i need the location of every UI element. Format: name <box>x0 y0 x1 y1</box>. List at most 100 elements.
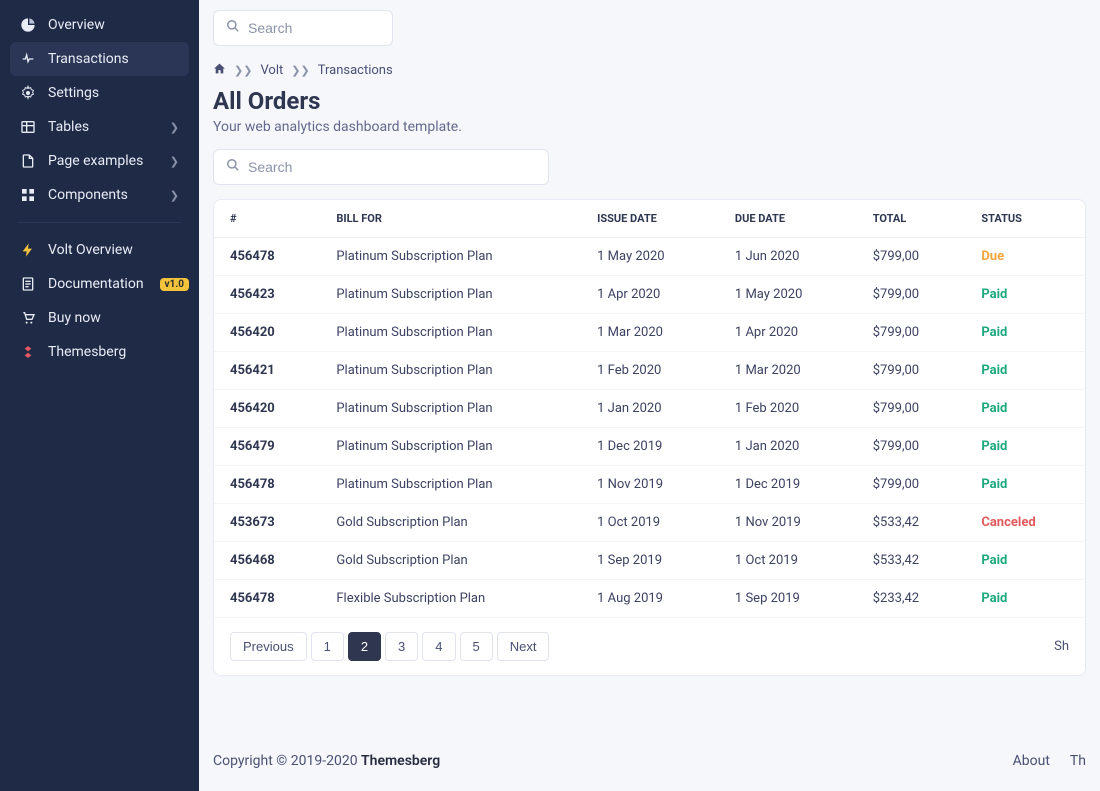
pagination-page-3[interactable]: 3 <box>385 632 418 661</box>
table-search-input[interactable] <box>248 159 536 175</box>
cell-status: Due <box>965 238 1085 276</box>
topbar <box>199 0 1100 46</box>
page-title: All Orders <box>213 87 1086 115</box>
table-row[interactable]: 453673Gold Subscription Plan1 Oct 20191 … <box>214 504 1085 542</box>
sidebar-item-volt-overview[interactable]: Volt Overview <box>10 233 189 267</box>
sidebar-item-label: Tables <box>48 119 89 135</box>
cell-status: Paid <box>965 276 1085 314</box>
file-icon <box>20 153 36 169</box>
cell-status: Paid <box>965 428 1085 466</box>
sidebar-item-label: Documentation <box>48 276 144 292</box>
cell-bill: Platinum Subscription Plan <box>320 238 581 276</box>
cell-total: $533,42 <box>857 542 966 580</box>
table-row[interactable]: 456479Platinum Subscription Plan1 Dec 20… <box>214 428 1085 466</box>
cell-due: 1 Nov 2019 <box>719 504 857 542</box>
cell-status: Canceled <box>965 504 1085 542</box>
sidebar-item-label: Volt Overview <box>48 242 133 258</box>
cell-issue: 1 Nov 2019 <box>581 466 719 504</box>
blocks-icon <box>20 187 36 203</box>
sidebar-item-tables[interactable]: Tables ❯ <box>10 110 189 144</box>
cell-status: Paid <box>965 466 1085 504</box>
cell-id: 453673 <box>214 504 320 542</box>
pagination-page-1[interactable]: 1 <box>311 632 344 661</box>
table-header: DUE DATE <box>719 200 857 238</box>
cell-total: $799,00 <box>857 352 966 390</box>
cell-due: 1 Feb 2020 <box>719 390 857 428</box>
cell-due: 1 Mar 2020 <box>719 352 857 390</box>
orders-table: #BILL FORISSUE DATEDUE DATETOTALSTATUS 4… <box>214 200 1085 618</box>
cell-bill: Platinum Subscription Plan <box>320 352 581 390</box>
table-row[interactable]: 456478Platinum Subscription Plan1 May 20… <box>214 238 1085 276</box>
cell-total: $799,00 <box>857 276 966 314</box>
cart-icon <box>20 310 36 326</box>
version-badge: v1.0 <box>160 278 189 291</box>
home-icon[interactable] <box>213 62 226 79</box>
table-row[interactable]: 456420Platinum Subscription Plan1 Mar 20… <box>214 314 1085 352</box>
chevron-right-icon: ❯❯ <box>234 64 252 77</box>
footer-link-th[interactable]: Th <box>1070 753 1086 769</box>
pagination-page-5[interactable]: 5 <box>460 632 493 661</box>
search-icon <box>226 158 240 176</box>
cell-due: 1 Apr 2020 <box>719 314 857 352</box>
sidebar-item-overview[interactable]: Overview <box>10 8 189 42</box>
pagination-next[interactable]: Next <box>497 632 550 661</box>
cell-id: 456478 <box>214 580 320 618</box>
cell-id: 456478 <box>214 466 320 504</box>
sidebar-item-label: Themesberg <box>48 344 126 360</box>
table-row[interactable]: 456478Platinum Subscription Plan1 Nov 20… <box>214 466 1085 504</box>
cell-bill: Platinum Subscription Plan <box>320 428 581 466</box>
sidebar-item-themesberg[interactable]: Themesberg <box>10 335 189 369</box>
cell-issue: 1 May 2020 <box>581 238 719 276</box>
search-icon <box>226 19 240 37</box>
sidebar-item-page-examples[interactable]: Page examples❯ <box>10 144 189 178</box>
footer-copyright: Copyright © 2019-2020 Themesberg <box>213 753 440 769</box>
pagination-prev[interactable]: Previous <box>230 632 307 661</box>
cell-issue: 1 Jan 2020 <box>581 390 719 428</box>
brand-icon <box>20 344 36 360</box>
cell-due: 1 May 2020 <box>719 276 857 314</box>
table-row[interactable]: 456478Flexible Subscription Plan1 Aug 20… <box>214 580 1085 618</box>
sidebar-item-label: Settings <box>48 85 99 101</box>
pagination: Previous12345Next <box>230 632 549 661</box>
pagination-page-4[interactable]: 4 <box>422 632 455 661</box>
cell-total: $799,00 <box>857 390 966 428</box>
table-row[interactable]: 456420Platinum Subscription Plan1 Jan 20… <box>214 390 1085 428</box>
top-search-input[interactable] <box>248 20 429 36</box>
cell-total: $233,42 <box>857 580 966 618</box>
table-row[interactable]: 456423Platinum Subscription Plan1 Apr 20… <box>214 276 1085 314</box>
table-header: ISSUE DATE <box>581 200 719 238</box>
cell-due: 1 Dec 2019 <box>719 466 857 504</box>
sidebar-item-label: Transactions <box>48 51 129 67</box>
table-header: TOTAL <box>857 200 966 238</box>
sidebar-item-label: Buy now <box>48 310 101 326</box>
cell-total: $799,00 <box>857 466 966 504</box>
cell-id: 456478 <box>214 238 320 276</box>
sidebar-divider <box>18 222 181 223</box>
cell-total: $533,42 <box>857 504 966 542</box>
cell-issue: 1 Dec 2019 <box>581 428 719 466</box>
table-row[interactable]: 456468Gold Subscription Plan1 Sep 20191 … <box>214 542 1085 580</box>
footer: Copyright © 2019-2020 Themesberg About Th <box>199 731 1100 791</box>
breadcrumb-volt[interactable]: Volt <box>260 63 283 78</box>
sidebar: Overview Transactions Settings Tables ❯ Page … <box>0 0 199 791</box>
cell-id: 456479 <box>214 428 320 466</box>
sidebar-item-label: Components <box>48 187 128 203</box>
footer-link-about[interactable]: About <box>1013 753 1050 769</box>
cell-due: 1 Jun 2020 <box>719 238 857 276</box>
bolt-icon <box>20 242 36 258</box>
sidebar-item-buy-now[interactable]: Buy now <box>10 301 189 335</box>
sidebar-item-settings[interactable]: Settings <box>10 76 189 110</box>
footer-brand[interactable]: Themesberg <box>361 753 440 769</box>
chevron-right-icon: ❯ <box>170 121 179 134</box>
pagination-page-2[interactable]: 2 <box>348 632 381 661</box>
sidebar-item-transactions[interactable]: Transactions <box>10 42 189 76</box>
top-search[interactable] <box>213 10 393 46</box>
cell-id: 456420 <box>214 314 320 352</box>
cell-status: Paid <box>965 542 1085 580</box>
table-header: # <box>214 200 320 238</box>
sidebar-item-components[interactable]: Components❯ <box>10 178 189 212</box>
sidebar-item-documentation[interactable]: Documentation v1.0 <box>10 267 189 301</box>
orders-table-card: #BILL FORISSUE DATEDUE DATETOTALSTATUS 4… <box>213 199 1086 676</box>
table-search[interactable] <box>213 149 549 185</box>
table-row[interactable]: 456421Platinum Subscription Plan1 Feb 20… <box>214 352 1085 390</box>
